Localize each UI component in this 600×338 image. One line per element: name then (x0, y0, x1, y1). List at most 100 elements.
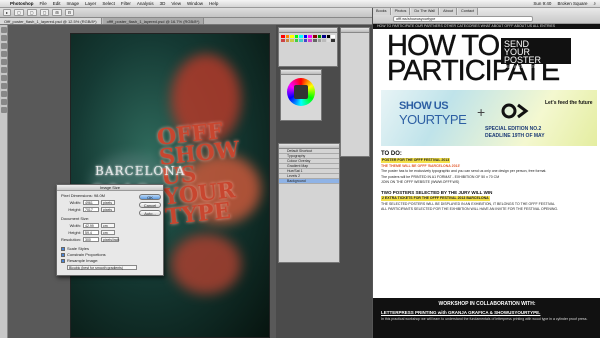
swatch[interactable] (290, 35, 294, 38)
swatch[interactable] (294, 35, 299, 38)
option-1[interactable]: ▢ (14, 9, 24, 16)
bookmark-about[interactable]: About (440, 8, 458, 15)
address-bar[interactable]: offf.ws/showusyourtype (393, 16, 533, 22)
constrain-row[interactable]: Constrain Proportions (61, 252, 106, 257)
zoom-tool-icon[interactable] (0, 107, 7, 113)
option-5[interactable]: ⊟ (64, 9, 75, 16)
crop-tool-icon[interactable] (0, 51, 7, 57)
swatch[interactable] (308, 35, 313, 38)
document-size-row: Document Size: (61, 216, 89, 221)
bookmark-books[interactable]: Books (373, 8, 391, 15)
scale-styles-row[interactable]: Scale Styles (61, 246, 89, 251)
swatch[interactable] (322, 39, 326, 42)
scale-styles-checkbox[interactable] (61, 246, 65, 251)
doc-tab-2[interactable]: offff_poster_flash_1_layered.psd @ 16.7%… (102, 18, 205, 24)
option-4[interactable]: ⊞ (52, 9, 62, 16)
move-tool-icon[interactable] (0, 27, 7, 33)
menu-select[interactable]: Select (102, 1, 115, 6)
marquee-tool-icon[interactable] (0, 35, 7, 41)
doc-height-unit-select[interactable]: cm (101, 230, 115, 235)
swatch[interactable] (303, 35, 308, 38)
gradient-tool-icon[interactable] (0, 75, 7, 81)
menu-analysis[interactable]: Analysis (137, 1, 154, 6)
swatch[interactable] (290, 39, 294, 42)
swatch[interactable] (281, 35, 285, 38)
lasso-tool-icon[interactable] (0, 43, 7, 49)
swatch[interactable] (299, 39, 303, 42)
option-3[interactable]: ▢ (39, 9, 50, 16)
swatch[interactable] (299, 35, 303, 38)
doc-tab-1[interactable]: Offf_poster_flash_1_layered.psd @ 12.5% … (0, 18, 102, 24)
width-unit-select[interactable]: pixels (101, 200, 115, 205)
bookmark-contact[interactable]: Contact (458, 8, 479, 15)
hand-tool-icon[interactable] (0, 99, 7, 105)
clock[interactable]: Sun 9:40 (533, 1, 551, 6)
menu-file[interactable]: File (40, 1, 47, 6)
option-2[interactable]: ▢ (26, 9, 37, 16)
swatch[interactable] (326, 35, 331, 38)
workshop-sub[interactable]: LETTERPRESS PRINTING with GRANJA GRAFICA… (381, 310, 593, 315)
eraser-tool-icon[interactable] (0, 67, 7, 73)
tool-preset-button[interactable]: ▸ (3, 9, 12, 16)
menu-layer[interactable]: Layer (85, 1, 96, 6)
resample-row[interactable]: Resample Image: (61, 258, 98, 263)
resolution-unit-select[interactable]: pixels/inch (101, 237, 119, 242)
history-panel (340, 27, 370, 157)
dialog-title: Image Size (57, 185, 163, 191)
swatch[interactable] (322, 35, 326, 38)
doc-width-input[interactable]: 42.99 (83, 223, 99, 228)
resample-method-select[interactable]: Bicubic (best for smooth gradients) (67, 265, 137, 270)
swatch[interactable] (331, 39, 335, 42)
color-panel-header[interactable] (281, 70, 321, 75)
menu-3d[interactable]: 3D (160, 1, 166, 6)
swatch[interactable] (285, 39, 290, 42)
site-nav[interactable]: HOW TO PARTICIPATE OUR PARTNERS OTHER CA… (373, 24, 600, 29)
menu-view[interactable]: View (171, 1, 181, 6)
document-tabs: Offf_poster_flash_1_layered.psd @ 12.5% … (0, 18, 372, 25)
swatch[interactable] (285, 35, 290, 38)
swatch[interactable] (313, 39, 317, 42)
swatches-panel (278, 27, 338, 67)
send-poster-box[interactable]: SEND YOUR POSTER KEEP IN TO POSTER (501, 38, 571, 69)
auto-button[interactable]: Auto... (139, 210, 161, 216)
type-tool-icon[interactable] (0, 83, 7, 89)
menu-image[interactable]: Image (67, 1, 80, 6)
user-name[interactable]: Broken Square (557, 1, 587, 6)
doc-width-unit-select[interactable]: cm (101, 223, 115, 228)
resample-method-row: Bicubic (best for smooth gradients) (67, 265, 137, 270)
spotlight-icon[interactable]: ⌕ (593, 1, 596, 6)
menu-edit[interactable]: Edit (53, 1, 61, 6)
swatch[interactable] (331, 35, 335, 38)
send-sub: KEEP IN TO POSTER (504, 65, 539, 69)
resolution-input[interactable]: 300 (83, 237, 99, 242)
constrain-checkbox[interactable] (61, 252, 65, 257)
swatch[interactable] (308, 39, 313, 42)
color-wheel[interactable] (287, 78, 315, 106)
pen-tool-icon[interactable] (0, 91, 7, 97)
height-input[interactable]: 7017 (83, 207, 99, 212)
layer-row[interactable]: Background (279, 179, 339, 184)
bookmark-photos[interactable]: Photos (391, 8, 411, 15)
resample-checkbox[interactable] (61, 258, 65, 263)
swatch[interactable] (317, 35, 322, 38)
menu-window[interactable]: Window (187, 1, 203, 6)
menu-filter[interactable]: Filter (121, 1, 131, 6)
brush-tool-icon[interactable] (0, 59, 7, 65)
width-input[interactable]: 4961 (83, 200, 99, 205)
swatch[interactable] (281, 39, 285, 42)
ok-button[interactable]: OK (139, 194, 161, 200)
history-panel-header[interactable] (341, 28, 369, 33)
height-unit-select[interactable]: pixels (101, 207, 115, 212)
app-menu[interactable]: Photoshop (10, 1, 34, 6)
menu-help[interactable]: Help (209, 1, 218, 6)
swatch[interactable] (303, 39, 308, 42)
doc-height-input[interactable]: 59.4 (83, 230, 99, 235)
swatch[interactable] (294, 39, 299, 42)
swatch[interactable] (326, 39, 331, 42)
swatch[interactable] (317, 39, 322, 42)
swatch[interactable] (313, 35, 317, 38)
poster-glow-3 (171, 234, 241, 294)
image-size-dialog: Image Size Pixel Dimensions: 98.0M Width… (56, 184, 164, 276)
bookmark-do-the-wall[interactable]: Do The Wall (411, 8, 440, 15)
cancel-button[interactable]: Cancel (139, 202, 161, 208)
